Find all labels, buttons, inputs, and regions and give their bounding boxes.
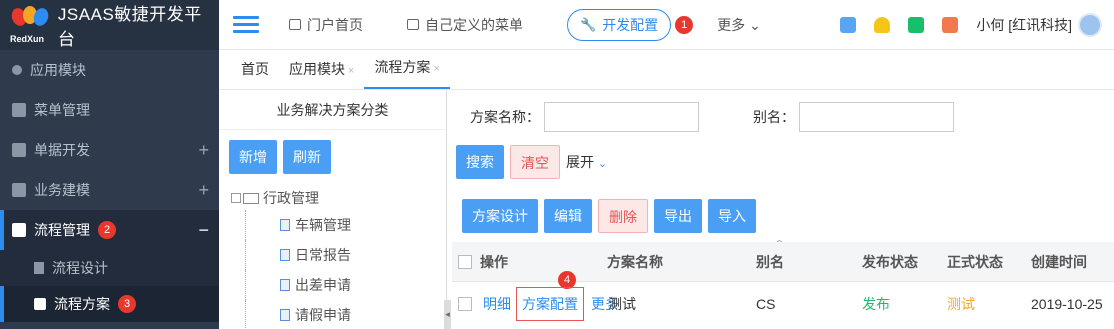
bell-icon[interactable]	[874, 16, 891, 33]
folder-icon	[243, 192, 259, 204]
sidebar-item-label: 流程管理	[34, 222, 90, 238]
category-title: 业务解决方案分类	[219, 90, 446, 130]
sidebar-item-label: 业务建模	[34, 182, 90, 198]
chevron-up-icon[interactable]: ︿	[774, 231, 792, 246]
file-icon	[280, 219, 290, 231]
tab-bar: 首页 应用模块 × 流程方案 ×	[219, 50, 1114, 90]
menu-toggle-icon[interactable]	[233, 12, 259, 37]
clear-button[interactable]: 清空	[510, 145, 560, 179]
logo: RedXun	[9, 6, 51, 44]
process-icon	[12, 223, 26, 237]
nav-custom-menu[interactable]: 自己定义的菜单	[407, 15, 523, 35]
name-label: 方案名称：	[470, 109, 540, 125]
sidebar-item-label: 应用模块	[30, 62, 86, 78]
grid-icon	[12, 103, 26, 117]
tree-item[interactable]: 日常报告	[245, 240, 351, 270]
power-icon[interactable]	[942, 16, 959, 33]
brand-title: JSAAS敏捷开发平台	[57, 5, 202, 49]
mail-icon[interactable]	[908, 16, 925, 33]
category-panel: 业务解决方案分类 新增 刷新 行政管理 车辆管理 日常报告 出差申请 请假申请	[219, 90, 447, 329]
collapse-minus-icon[interactable]: −	[198, 220, 209, 241]
tab-process-solution[interactable]: 流程方案 ×	[364, 57, 450, 89]
table-row: 明细 方案配置 更多 测试 CS 发布 测试 2019-10-25	[452, 284, 1114, 324]
search-form: 方案名称： 别名：	[470, 102, 954, 132]
sidebar-item-label: 流程方案	[54, 296, 110, 312]
avatar[interactable]	[1078, 12, 1102, 37]
collapse-icon[interactable]	[231, 193, 241, 203]
detail-link[interactable]: 明细	[483, 294, 511, 314]
main-content: 方案名称： 别名： 搜索 清空 展开 ⌄ 方案设计 编辑 删除 导出 导入 ︿ …	[452, 90, 1114, 329]
step-badge: 1	[675, 15, 694, 34]
step-badge: 2	[98, 221, 116, 239]
alias-input[interactable]	[799, 102, 954, 132]
name-input[interactable]	[544, 102, 699, 132]
cube-icon	[12, 183, 26, 197]
refresh-button[interactable]: 刷新	[283, 140, 331, 174]
search-button[interactable]: 搜索	[456, 145, 504, 179]
edit-button[interactable]: 编辑	[544, 199, 592, 233]
sidebar-item-label: 流程设计	[52, 260, 108, 276]
app-icon	[12, 65, 22, 75]
export-button[interactable]: 导出	[654, 199, 702, 233]
alias-cell: CS	[756, 296, 776, 312]
sidebar-item-process-manage[interactable]: 流程管理 2 −	[0, 210, 219, 250]
monitor-icon	[289, 19, 301, 30]
file-icon	[280, 309, 290, 321]
tree-item[interactable]: 车辆管理	[245, 210, 351, 240]
brand: RedXun JSAAS敏捷开发平台	[0, 0, 219, 50]
solution-name: 测试	[608, 296, 636, 312]
sidebar-item-biz-model[interactable]: 业务建模 +	[0, 170, 219, 210]
cube-icon	[34, 298, 46, 310]
form-icon	[12, 143, 26, 157]
tab-app-module[interactable]: 应用模块 ×	[279, 59, 364, 89]
doc-icon	[34, 262, 44, 274]
sidebar-item-process-design[interactable]: 流程设计	[0, 250, 219, 286]
nav-dev-config[interactable]: 🔧 开发配置	[567, 8, 672, 41]
row-checkbox[interactable]	[458, 297, 472, 311]
tab-home[interactable]: 首页	[231, 59, 279, 89]
panel-collapse-handle[interactable]: ◂	[444, 300, 451, 329]
file-icon	[280, 279, 290, 291]
sidebar-item-label: 单据开发	[34, 142, 90, 158]
tree-item[interactable]: 出差申请	[245, 270, 351, 300]
formal-status: 测试	[947, 296, 975, 312]
config-link[interactable]: 方案配置	[516, 287, 584, 321]
menu-icon	[407, 19, 419, 30]
sidebar-item-process-solution[interactable]: 流程方案 3	[0, 286, 219, 322]
sidebar: RedXun JSAAS敏捷开发平台 应用模块 菜单管理 单据开发 + 业务建模…	[0, 0, 219, 329]
sidebar-item-form-dev[interactable]: 单据开发 +	[0, 130, 219, 170]
tree-item[interactable]: 请假申请	[245, 300, 351, 329]
expand-plus-icon[interactable]: +	[198, 180, 209, 201]
expand-plus-icon[interactable]: +	[198, 140, 209, 161]
step-badge: 3	[118, 295, 136, 313]
top-header: 门户首页 自己定义的菜单 🔧 开发配置 1 更多 ⌄ 小何 [红讯科技]	[219, 0, 1114, 50]
header-actions: 小何 [红讯科技]	[822, 12, 1102, 37]
close-icon[interactable]: ×	[348, 65, 354, 77]
tree-root[interactable]: 行政管理	[231, 186, 351, 210]
nav-more[interactable]: 更多 ⌄	[717, 15, 761, 35]
created-time: 2019-10-25	[1031, 296, 1103, 312]
publish-status: 发布	[862, 296, 890, 312]
table-header: 操作 方案名称 别名 发布状态 正式状态 创建时间	[452, 242, 1114, 282]
shirt-icon[interactable]	[840, 16, 857, 33]
delete-button[interactable]: 删除	[598, 199, 648, 233]
user-name[interactable]: 小何 [红讯科技]	[976, 15, 1072, 35]
nav-portal-home[interactable]: 门户首页	[289, 15, 363, 35]
design-button[interactable]: 方案设计	[462, 199, 538, 233]
add-category-button[interactable]: 新增	[229, 140, 277, 174]
close-icon[interactable]: ×	[433, 63, 439, 75]
category-tree: 行政管理 车辆管理 日常报告 出差申请 请假申请	[231, 186, 351, 329]
file-icon	[280, 249, 290, 261]
select-all-checkbox[interactable]	[458, 254, 472, 269]
sidebar-item-app-module[interactable]: 应用模块	[0, 50, 219, 90]
alias-label: 别名：	[753, 109, 795, 125]
import-button[interactable]: 导入	[708, 199, 756, 233]
sidebar-item-label: 菜单管理	[34, 102, 90, 118]
wrench-icon: 🔧	[580, 16, 597, 32]
sidebar-item-menu-manage[interactable]: 菜单管理	[0, 90, 219, 130]
expand-toggle[interactable]: 展开 ⌄	[566, 152, 607, 172]
